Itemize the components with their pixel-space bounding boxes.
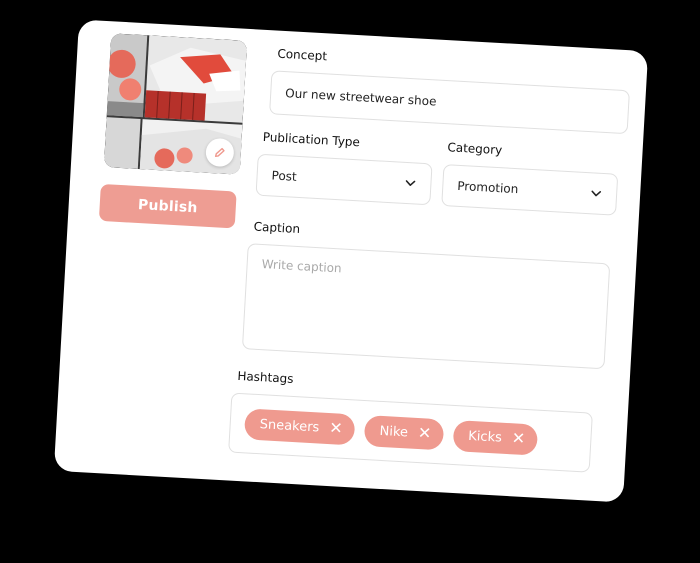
caption-textarea[interactable]: Write caption: [241, 243, 611, 370]
pencil-icon: [214, 147, 225, 157]
concept-value: Our new streetwear shoe: [284, 86, 437, 109]
hashtags-label: Hashtags: [237, 368, 294, 386]
category-select[interactable]: Promotion: [441, 164, 619, 216]
close-icon[interactable]: ✕: [511, 428, 525, 448]
chevron-down-icon: [591, 190, 602, 197]
hashtag-chip: Nike ✕: [363, 414, 445, 450]
category-value: Promotion: [456, 178, 519, 197]
concept-label: Concept: [277, 46, 328, 64]
publication-type-label: Publication Type: [262, 129, 361, 150]
hashtag-text: Sneakers: [259, 416, 320, 435]
media-thumbnail[interactable]: [103, 33, 248, 175]
hashtag-text: Kicks: [467, 428, 503, 446]
caption-label: Caption: [253, 219, 301, 237]
hashtag-chip: Sneakers ✕: [243, 407, 356, 445]
concept-input[interactable]: Our new streetwear shoe: [269, 70, 630, 135]
close-icon[interactable]: ✕: [329, 418, 343, 438]
chevron-down-icon: [405, 180, 416, 186]
stage: Publish Concept Our new streetwear shoe …: [0, 0, 700, 563]
hashtag-chip: Kicks ✕: [452, 419, 539, 456]
publication-type-value: Post: [271, 168, 298, 184]
post-editor-card: Publish Concept Our new streetwear shoe …: [53, 19, 649, 503]
hashtags-field[interactable]: Sneakers ✕ Nike ✕ Kicks ✕: [228, 392, 593, 473]
close-icon[interactable]: ✕: [417, 423, 431, 443]
hashtag-text: Nike: [379, 423, 409, 440]
category-label: Category: [447, 140, 503, 158]
publish-button[interactable]: Publish: [98, 183, 237, 229]
caption-placeholder: Write caption: [261, 257, 343, 276]
publication-type-select[interactable]: Post: [255, 153, 433, 206]
